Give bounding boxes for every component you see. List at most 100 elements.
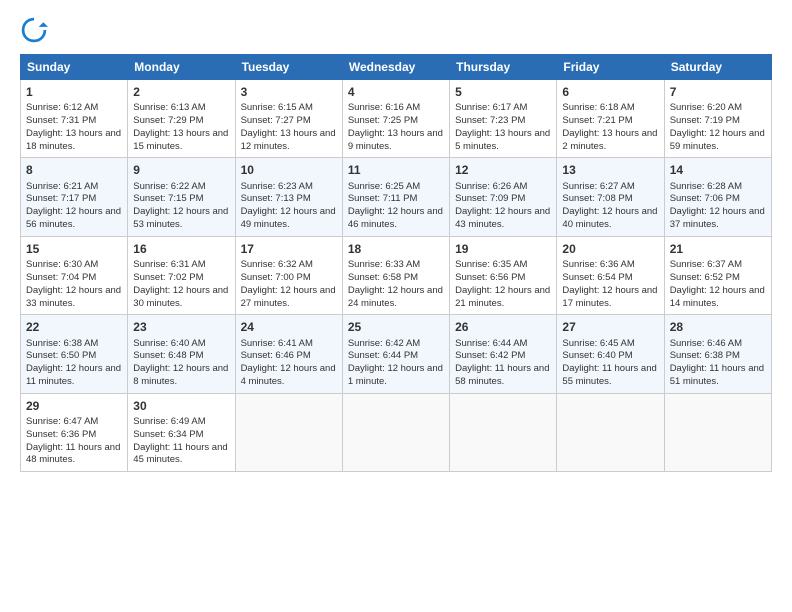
sunrise-text: Sunrise: 6:38 AM [26, 338, 122, 351]
day-number: 28 [670, 319, 766, 335]
sunrise-text: Sunrise: 6:22 AM [133, 181, 229, 194]
daylight-text: Daylight: 12 hours and 37 minutes. [670, 206, 766, 232]
sunrise-text: Sunrise: 6:21 AM [26, 181, 122, 194]
calendar-cell: 12Sunrise: 6:26 AMSunset: 7:09 PMDayligh… [450, 158, 557, 236]
calendar-cell: 23Sunrise: 6:40 AMSunset: 6:48 PMDayligh… [128, 315, 235, 393]
daylight-text: Daylight: 11 hours and 58 minutes. [455, 363, 551, 389]
calendar-week-row: 29Sunrise: 6:47 AMSunset: 6:36 PMDayligh… [21, 393, 772, 471]
sunrise-text: Sunrise: 6:31 AM [133, 259, 229, 272]
sunrise-text: Sunrise: 6:13 AM [133, 102, 229, 115]
daylight-text: Daylight: 12 hours and 4 minutes. [241, 363, 337, 389]
day-number: 30 [133, 398, 229, 414]
calendar-cell: 2Sunrise: 6:13 AMSunset: 7:29 PMDaylight… [128, 80, 235, 158]
daylight-text: Daylight: 13 hours and 15 minutes. [133, 128, 229, 154]
calendar-cell [450, 393, 557, 471]
sunset-text: Sunset: 6:52 PM [670, 272, 766, 285]
sunset-text: Sunset: 6:36 PM [26, 429, 122, 442]
daylight-text: Daylight: 12 hours and 59 minutes. [670, 128, 766, 154]
sunset-text: Sunset: 6:50 PM [26, 350, 122, 363]
sunrise-text: Sunrise: 6:33 AM [348, 259, 444, 272]
calendar-cell: 21Sunrise: 6:37 AMSunset: 6:52 PMDayligh… [664, 236, 771, 314]
sunrise-text: Sunrise: 6:12 AM [26, 102, 122, 115]
calendar-cell: 3Sunrise: 6:15 AMSunset: 7:27 PMDaylight… [235, 80, 342, 158]
day-number: 21 [670, 241, 766, 257]
sunset-text: Sunset: 7:29 PM [133, 115, 229, 128]
weekday-header-wednesday: Wednesday [342, 55, 449, 80]
weekday-header-tuesday: Tuesday [235, 55, 342, 80]
sunset-text: Sunset: 7:31 PM [26, 115, 122, 128]
sunset-text: Sunset: 6:42 PM [455, 350, 551, 363]
day-number: 27 [562, 319, 658, 335]
daylight-text: Daylight: 12 hours and 27 minutes. [241, 285, 337, 311]
sunrise-text: Sunrise: 6:17 AM [455, 102, 551, 115]
sunset-text: Sunset: 7:11 PM [348, 193, 444, 206]
daylight-text: Daylight: 12 hours and 49 minutes. [241, 206, 337, 232]
calendar-cell: 29Sunrise: 6:47 AMSunset: 6:36 PMDayligh… [21, 393, 128, 471]
sunset-text: Sunset: 6:38 PM [670, 350, 766, 363]
day-number: 13 [562, 162, 658, 178]
calendar-cell: 27Sunrise: 6:45 AMSunset: 6:40 PMDayligh… [557, 315, 664, 393]
daylight-text: Daylight: 13 hours and 5 minutes. [455, 128, 551, 154]
calendar-cell: 8Sunrise: 6:21 AMSunset: 7:17 PMDaylight… [21, 158, 128, 236]
calendar-cell: 28Sunrise: 6:46 AMSunset: 6:38 PMDayligh… [664, 315, 771, 393]
day-number: 4 [348, 84, 444, 100]
calendar-cell: 22Sunrise: 6:38 AMSunset: 6:50 PMDayligh… [21, 315, 128, 393]
sunset-text: Sunset: 7:02 PM [133, 272, 229, 285]
sunrise-text: Sunrise: 6:32 AM [241, 259, 337, 272]
calendar-cell: 7Sunrise: 6:20 AMSunset: 7:19 PMDaylight… [664, 80, 771, 158]
sunrise-text: Sunrise: 6:35 AM [455, 259, 551, 272]
calendar-week-row: 1 Sunrise: 6:12 AMSunset: 7:31 PM Daylight… [21, 80, 772, 158]
daylight-text: Daylight: 12 hours and 24 minutes. [348, 285, 444, 311]
sunrise-text: Sunrise: 6:46 AM [670, 338, 766, 351]
day-number: 5 [455, 84, 551, 100]
sunrise-text: Sunrise: 6:41 AM [241, 338, 337, 351]
sunset-text: Sunset: 6:34 PM [133, 429, 229, 442]
calendar-cell: 26 Sunrise: 6:44 AMSunset: 6:42 PMDayligh… [450, 315, 557, 393]
day-number: 18 [348, 241, 444, 257]
day-number: 14 [670, 162, 766, 178]
sunset-text: Sunset: 7:25 PM [348, 115, 444, 128]
calendar-week-row: 22Sunrise: 6:38 AMSunset: 6:50 PMDayligh… [21, 315, 772, 393]
daylight-text: Daylight: 12 hours and 43 minutes. [455, 206, 551, 232]
day-number: 9 [133, 162, 229, 178]
sunrise-text: Sunrise: 6:40 AM [133, 338, 229, 351]
calendar-cell: 20Sunrise: 6:36 AMSunset: 6:54 PMDayligh… [557, 236, 664, 314]
weekday-header-monday: Monday [128, 55, 235, 80]
sunset-text: Sunset: 6:44 PM [348, 350, 444, 363]
sunrise-text: Sunrise: 6:26 AM [455, 181, 551, 194]
sunset-text: Sunset: 7:04 PM [26, 272, 122, 285]
weekday-header-sunday: Sunday [21, 55, 128, 80]
sunset-text: Sunset: 7:19 PM [670, 115, 766, 128]
day-number: 12 [455, 162, 551, 178]
calendar-cell: 1Sunrise: 6:12 AMSunset: 7:31 PMDaylight… [21, 80, 128, 158]
header [20, 16, 772, 44]
sunrise-text: Sunrise: 6:18 AM [562, 102, 658, 115]
sunrise-text: Sunrise: 6:27 AM [562, 181, 658, 194]
daylight-text: Daylight: 11 hours and 55 minutes. [562, 363, 658, 389]
sunrise-text: Sunrise: 6:36 AM [562, 259, 658, 272]
weekday-header-thursday: Thursday [450, 55, 557, 80]
weekday-header-saturday: Saturday [664, 55, 771, 80]
day-number: 1 [26, 84, 122, 100]
calendar-cell [664, 393, 771, 471]
sunrise-text: Sunrise: 6:23 AM [241, 181, 337, 194]
sunrise-text: Sunrise: 6:16 AM [348, 102, 444, 115]
sunset-text: Sunset: 7:15 PM [133, 193, 229, 206]
calendar-cell: 18Sunrise: 6:33 AMSunset: 6:58 PMDayligh… [342, 236, 449, 314]
day-number: 6 [562, 84, 658, 100]
day-number: 24 [241, 319, 337, 335]
daylight-text: Daylight: 12 hours and 21 minutes. [455, 285, 551, 311]
day-number: 25 [348, 319, 444, 335]
daylight-text: Daylight: 12 hours and 53 minutes. [133, 206, 229, 232]
daylight-text: Daylight: 12 hours and 1 minute. [348, 363, 444, 389]
day-number: 29 [26, 398, 122, 414]
calendar-cell: 9 Sunrise: 6:22 AMSunset: 7:15 PMDaylight… [128, 158, 235, 236]
day-number: 23 [133, 319, 229, 335]
day-number: 26 [455, 319, 551, 335]
day-number: 20 [562, 241, 658, 257]
sunrise-text: Sunrise: 6:44 AM [455, 338, 551, 351]
calendar-cell: 17Sunrise: 6:32 AMSunset: 7:00 PMDayligh… [235, 236, 342, 314]
sunset-text: Sunset: 7:06 PM [670, 193, 766, 206]
calendar-cell [342, 393, 449, 471]
sunset-text: Sunset: 6:54 PM [562, 272, 658, 285]
